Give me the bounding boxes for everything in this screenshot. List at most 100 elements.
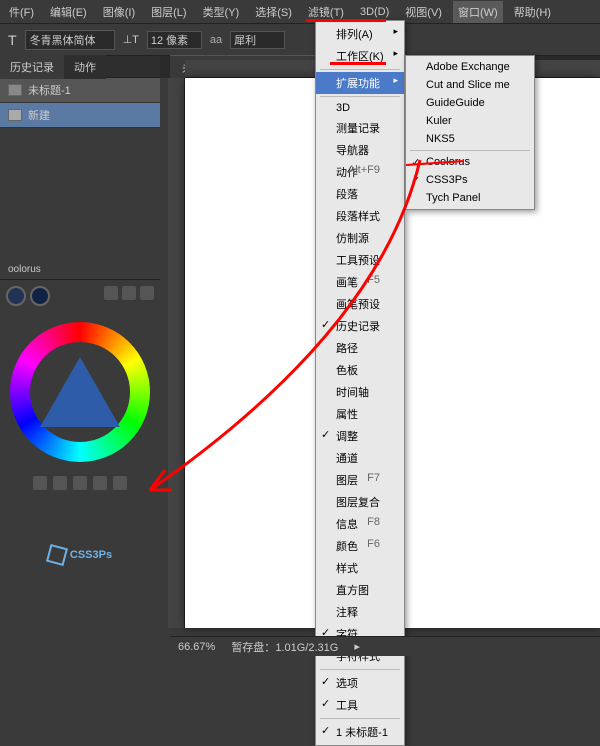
menu-item[interactable]: 工作区(K) — [316, 45, 404, 67]
menu-item[interactable]: GuideGuide — [406, 94, 534, 112]
menu-item[interactable]: 3D — [316, 99, 404, 117]
color-wheel[interactable] — [0, 312, 160, 472]
swatch[interactable] — [30, 286, 50, 306]
menu-item[interactable]: 图层复合 — [316, 491, 404, 513]
menu-item[interactable]: 直方图 — [316, 579, 404, 601]
css3ps-logo[interactable]: CSS3Ps — [48, 546, 112, 564]
hue-inner — [30, 342, 130, 442]
menu-item[interactable]: 工具预设 — [316, 249, 404, 271]
tool-icon[interactable] — [122, 286, 136, 300]
menu-item[interactable]: 画笔F5 — [316, 271, 404, 293]
coolorus-tab[interactable]: oolorus — [0, 260, 160, 280]
menu-edit[interactable]: 编辑(E) — [45, 1, 92, 23]
menu-item[interactable]: 选项 — [316, 672, 404, 694]
tab-history[interactable]: 历史记录 — [0, 55, 64, 79]
menu-layer[interactable]: 图层(L) — [146, 1, 191, 23]
menu-item[interactable]: 调整 — [316, 425, 404, 447]
tool-icon[interactable] — [140, 286, 154, 300]
document-icon — [8, 84, 22, 96]
menu-window[interactable]: 窗口(W) — [453, 1, 503, 23]
menu-item[interactable]: NKS5 — [406, 130, 534, 148]
menu-item[interactable]: 样式 — [316, 557, 404, 579]
menu-item[interactable]: 1 未标题-1 — [316, 721, 404, 743]
status-bar: 66.67% 暂存盘：1.01G/2.31G ▸ — [170, 636, 600, 656]
menu-item[interactable]: 仿制源 — [316, 227, 404, 249]
menu-select[interactable]: 选择(S) — [250, 1, 297, 23]
menu-item[interactable]: 扩展功能 — [316, 72, 404, 94]
menu-file[interactable]: 件(F) — [4, 1, 39, 23]
menu-item[interactable]: 色板 — [316, 359, 404, 381]
menu-item[interactable]: Coolorus — [406, 153, 534, 171]
font-size-select[interactable]: 12 像素 — [147, 31, 202, 49]
menu-item[interactable]: 属性 — [316, 403, 404, 425]
menu-item[interactable]: Adobe Exchange — [406, 58, 534, 76]
menu-item[interactable]: CSS3Ps — [406, 171, 534, 189]
text-tool-icon: T — [8, 32, 17, 48]
menu-item[interactable]: 画笔预设 — [316, 293, 404, 315]
menu-item[interactable]: 排列(A) — [316, 23, 404, 45]
menu-item[interactable]: 动作Alt+F9 — [316, 161, 404, 183]
swatch[interactable] — [6, 286, 26, 306]
cube-icon — [46, 544, 68, 566]
tool-icon[interactable] — [93, 476, 107, 490]
menu-item[interactable]: Cut and Slice me — [406, 76, 534, 94]
menu-item[interactable]: 信息F8 — [316, 513, 404, 535]
shortcut-label: F6 — [367, 538, 380, 550]
aa-label: aa — [210, 34, 222, 46]
tool-icon[interactable] — [113, 476, 127, 490]
menu-type[interactable]: 类型(Y) — [198, 1, 245, 23]
menu-item[interactable]: 通道 — [316, 447, 404, 469]
swatch-row — [0, 280, 160, 312]
menu-item[interactable]: 颜色F6 — [316, 535, 404, 557]
tool-icon[interactable] — [104, 286, 118, 300]
hue-ring[interactable] — [10, 322, 150, 462]
antialiasing-select[interactable]: 犀利 — [230, 31, 285, 49]
menu-separator — [320, 669, 400, 670]
history-item[interactable]: 新建 — [0, 103, 160, 128]
shortcut-label: Alt+F9 — [348, 164, 380, 176]
menubar: 件(F) 编辑(E) 图像(I) 图层(L) 类型(Y) 选择(S) 滤镜(T)… — [0, 0, 600, 24]
menu-separator — [320, 69, 400, 70]
history-item[interactable]: 未标题-1 — [0, 78, 160, 103]
menu-item[interactable]: 注释 — [316, 601, 404, 623]
menu-item[interactable]: 时间轴 — [316, 381, 404, 403]
menu-3d[interactable]: 3D(D) — [355, 3, 394, 21]
menu-help[interactable]: 帮助(H) — [509, 1, 556, 23]
extensions-submenu: Adobe ExchangeCut and Slice meGuideGuide… — [405, 55, 535, 210]
shortcut-label: F7 — [367, 472, 380, 484]
history-item-label: 未标题-1 — [28, 82, 71, 98]
coolorus-panel: oolorus iuideGuide CSS3Ps — [0, 260, 160, 520]
menu-item[interactable]: Tych Panel — [406, 189, 534, 207]
menu-item[interactable]: 工具 — [316, 694, 404, 716]
menu-separator — [320, 96, 400, 97]
text-orient-icon[interactable]: ⊥T — [123, 33, 139, 46]
menu-separator — [320, 718, 400, 719]
shortcut-label: F5 — [367, 274, 380, 286]
menu-image[interactable]: 图像(I) — [98, 1, 140, 23]
menu-item[interactable]: 导航器 — [316, 139, 404, 161]
tool-icon[interactable] — [73, 476, 87, 490]
ruler-vertical — [168, 78, 185, 628]
menu-item[interactable]: 段落 — [316, 183, 404, 205]
menu-view[interactable]: 视图(V) — [400, 1, 447, 23]
menu-separator — [410, 150, 530, 151]
menu-item[interactable]: Kuler — [406, 112, 534, 130]
font-family-select[interactable]: 冬青黑体简体 — [25, 30, 115, 50]
tool-icon[interactable] — [33, 476, 47, 490]
menu-item[interactable]: 段落样式 — [316, 205, 404, 227]
menu-item[interactable]: 图层F7 — [316, 469, 404, 491]
panel-tabs: 历史记录 动作 — [0, 56, 160, 78]
options-bar: T 冬青黑体简体 ⊥T 12 像素 aa 犀利 — [0, 24, 600, 56]
shortcut-label: F8 — [367, 516, 380, 528]
tab-actions[interactable]: 动作 — [64, 55, 106, 79]
sat-value-triangle[interactable] — [40, 357, 120, 427]
menu-item[interactable]: 历史记录 — [316, 315, 404, 337]
history-list: 未标题-1 新建 — [0, 78, 160, 128]
chevron-right-icon[interactable]: ▸ — [354, 640, 360, 653]
history-panel: 历史记录 动作 未标题-1 新建 — [0, 56, 160, 128]
menu-item[interactable]: 路径 — [316, 337, 404, 359]
zoom-level[interactable]: 66.67% — [178, 641, 215, 653]
css3ps-panel: CSS3Ps — [0, 490, 160, 620]
tool-icon[interactable] — [53, 476, 67, 490]
menu-item[interactable]: 测量记录 — [316, 117, 404, 139]
